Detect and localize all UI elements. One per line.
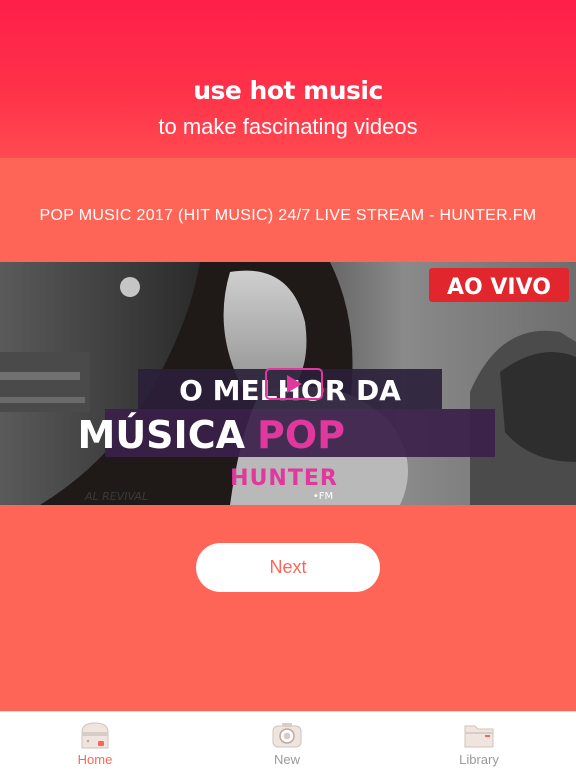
thumb-line-2b: POP — [257, 413, 345, 457]
tab-library-label: Library — [459, 752, 499, 767]
home-icon — [81, 722, 109, 749]
thumb-sign: AL REVIVAL — [84, 490, 148, 503]
live-badge: AO VIVO — [447, 275, 551, 300]
video-thumbnail[interactable]: AO VIVO O MELHOR DA MÚSICA POP HUNTER •F… — [0, 262, 576, 505]
folder-icon — [464, 725, 494, 748]
thumb-brand: HUNTER — [230, 466, 338, 491]
headline: use hot music — [193, 76, 383, 105]
tab-new[interactable]: New — [227, 712, 347, 769]
thumbnail-artwork: AO VIVO O MELHOR DA MÚSICA POP HUNTER •F… — [0, 262, 576, 505]
subline: to make fascinating videos — [158, 114, 418, 139]
stream-title: POP MUSIC 2017 (HIT MUSIC) 24/7 LIVE STR… — [39, 207, 537, 224]
promo-header: use hot music to make fascinating videos — [0, 0, 576, 158]
thumb-brand-sub: •FM — [313, 491, 333, 502]
tab-bar: Home New Library — [0, 711, 576, 769]
tab-new-label: New — [273, 752, 300, 767]
camera-icon — [272, 723, 302, 748]
thumb-line-2a: MÚSICA — [78, 413, 246, 457]
next-button[interactable]: Next — [196, 543, 380, 592]
tab-library[interactable]: Library — [419, 712, 539, 769]
tab-home-label: Home — [77, 752, 113, 767]
tab-home[interactable]: Home — [35, 712, 155, 769]
